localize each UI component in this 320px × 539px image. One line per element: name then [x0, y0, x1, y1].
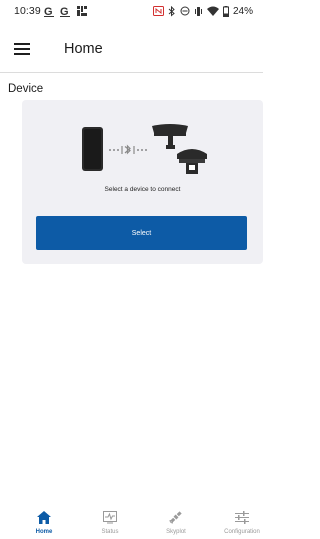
nav-label-configuration: Configuration: [224, 529, 260, 535]
device-connection-illustration: [82, 124, 207, 174]
bottom-navigation: Home Status Skyplot Configuration: [0, 500, 263, 539]
notification-icon: [77, 6, 87, 16]
page-title: Home: [64, 41, 103, 57]
hamburger-menu-icon: [14, 43, 30, 55]
nav-item-configuration[interactable]: Configuration: [216, 500, 268, 539]
status-bar: 10:39 G G 24%: [0, 0, 263, 24]
battery-percent: 24%: [232, 5, 253, 17]
wifi-icon: [206, 6, 219, 16]
status-left-icons: G G: [44, 3, 88, 19]
phone-icon: [82, 127, 103, 171]
nav-label-status: Status: [101, 529, 119, 535]
svg-text:G: G: [44, 6, 53, 17]
device-card: Select a device to connect Select: [22, 100, 263, 264]
nav-item-home[interactable]: Home: [18, 500, 70, 539]
do-not-disturb-icon: [180, 6, 190, 16]
battery-icon: [222, 5, 229, 17]
device-section-title: Device: [8, 83, 44, 95]
status-time: 10:39: [14, 5, 41, 17]
app-bar: Home: [0, 30, 263, 70]
nav-item-skyplot[interactable]: Skyplot: [150, 500, 202, 539]
g-icon: G: [60, 6, 70, 17]
g-icon: G: [44, 6, 54, 17]
nfc-icon: [152, 6, 164, 16]
status-icon: [103, 510, 117, 523]
gnss-receiver-icon: [177, 149, 207, 174]
menu-button[interactable]: [10, 38, 34, 60]
status-right-icons: 24%: [152, 3, 253, 19]
app-bar-divider: [0, 72, 263, 73]
home-icon: [37, 510, 51, 524]
nav-item-status[interactable]: Status: [84, 500, 136, 539]
connect-instructions: Select a device to connect: [104, 186, 181, 193]
nav-label-home: Home: [35, 529, 53, 535]
gnss-antenna-icon: [152, 124, 188, 149]
svg-text:G: G: [60, 6, 69, 17]
vibrate-icon: [194, 6, 202, 16]
bluetooth-icon: [168, 5, 175, 17]
satellite-icon: [169, 511, 182, 524]
nav-label-skyplot: Skyplot: [166, 529, 186, 535]
sliders-icon: [235, 510, 249, 524]
select-device-button[interactable]: Select: [36, 216, 247, 250]
bluetooth-link-icon: [121, 144, 135, 155]
